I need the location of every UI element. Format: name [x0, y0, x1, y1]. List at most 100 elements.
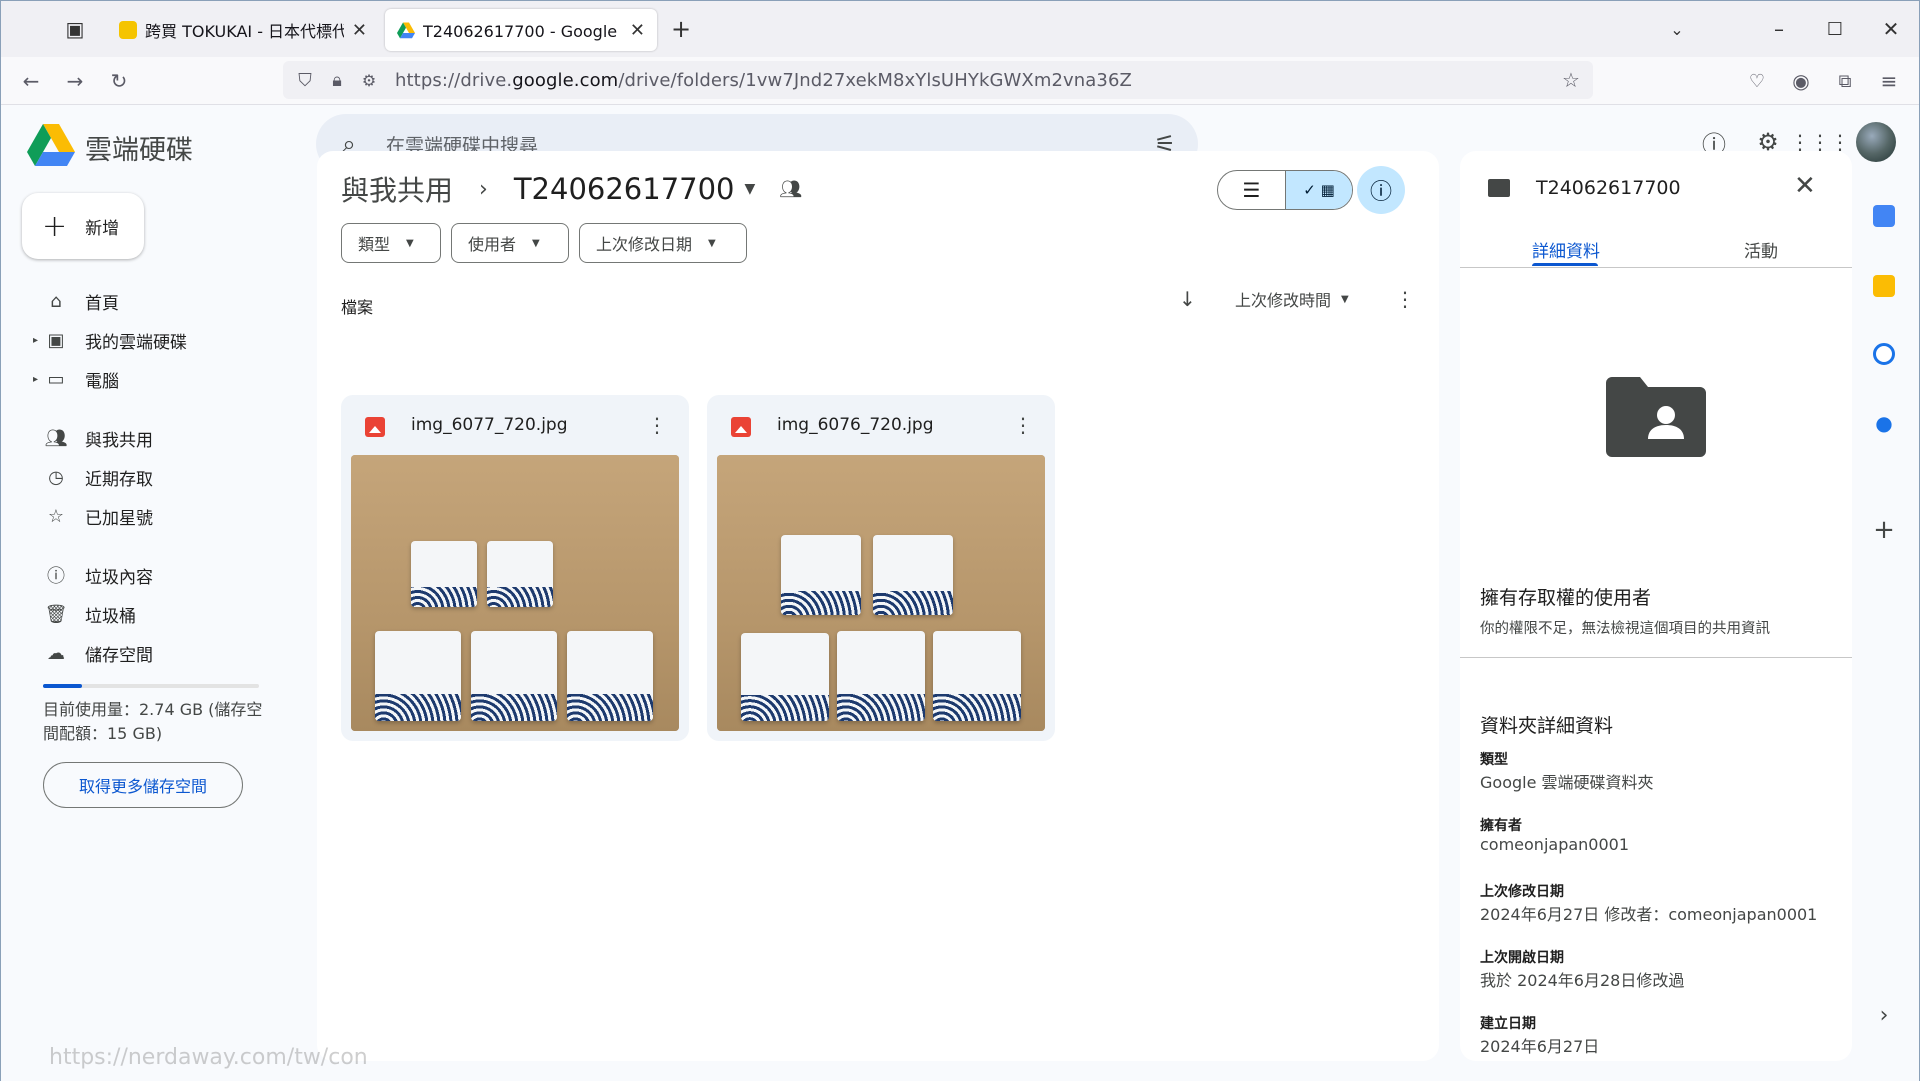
shared-folder-icon	[1488, 179, 1510, 197]
sort-dropdown[interactable]: 上次修改時間 ▼	[1235, 287, 1349, 311]
file-card[interactable]: img_6077_720.jpg ⋮	[341, 395, 689, 741]
cloud-icon: ☁	[47, 642, 65, 664]
nav-recent[interactable]: ◷ 近期存取	[31, 461, 291, 493]
chevron-right-icon: ›	[479, 176, 488, 202]
minimize-icon[interactable]: –	[1767, 17, 1791, 41]
storage-text: 目前使用量：2.74 GB (儲存空間配額：15 GB)	[43, 700, 263, 743]
list-view-icon[interactable]: ☰	[1218, 171, 1285, 209]
account-icon[interactable]: ◉	[1789, 69, 1813, 93]
view-toggle[interactable]: ☰ ✓ ▦	[1217, 170, 1353, 210]
tab-tokukai[interactable]: 跨買 TOKUKAI - 日本代標代購 ✕	[107, 9, 379, 51]
app-name[interactable]: 雲端硬碟	[85, 128, 193, 167]
info-icon[interactable]: ⓘ	[1357, 166, 1405, 214]
contacts-icon[interactable]: ●	[1873, 411, 1895, 435]
nav-label: 我的雲端硬碟	[85, 332, 187, 353]
sort-direction-icon[interactable]: ↓	[1179, 287, 1196, 311]
spam-icon: ⓘ	[47, 566, 65, 587]
file-card[interactable]: img_6076_720.jpg ⋮	[707, 395, 1055, 741]
bookmark-star-icon[interactable]: ☆	[1559, 68, 1583, 92]
add-addon-icon[interactable]: +	[1873, 517, 1895, 543]
breadcrumb-parent[interactable]: 與我共用	[341, 169, 453, 209]
detail-label: 上次修改日期	[1480, 884, 1564, 900]
new-tab-button[interactable]: +	[669, 15, 693, 43]
shield-icon[interactable]: ⛉	[293, 68, 317, 92]
breadcrumb-current[interactable]: T24062617700	[514, 172, 735, 206]
home-icon: ⌂	[50, 290, 62, 312]
get-more-storage-button[interactable]: 取得更多儲存空間	[43, 762, 243, 808]
filter-people[interactable]: 使用者 ▼	[451, 223, 569, 263]
nav-storage[interactable]: ☁ 儲存空間	[31, 637, 291, 669]
breadcrumb: 與我共用 › T24062617700 ▼ 👥︎	[341, 169, 802, 209]
tab-drive[interactable]: T24062617700 - Google 雲端硬 ✕	[385, 9, 657, 51]
detail-label: 建立日期	[1480, 1016, 1536, 1032]
tab-indicator	[1532, 263, 1598, 266]
close-tab-icon[interactable]: ✕	[352, 20, 367, 41]
grid-view-icon[interactable]: ✓ ▦	[1285, 171, 1352, 209]
url-text[interactable]: https://drive.google.com/drive/folders/1…	[395, 70, 1132, 91]
nav-label: 儲存空間	[85, 645, 153, 666]
tokukai-favicon-icon	[119, 21, 137, 39]
nav-trash[interactable]: 🗑︎ 垃圾桶	[31, 598, 291, 630]
reload-icon[interactable]: ↻	[107, 69, 131, 93]
image-file-icon	[365, 417, 385, 437]
more-vert-icon[interactable]: ⋮	[647, 413, 667, 437]
nav-home[interactable]: ⌂ 首頁	[31, 285, 291, 317]
tab-details[interactable]: 詳細資料	[1532, 237, 1600, 262]
close-icon[interactable]: ✕	[1794, 171, 1816, 201]
menu-icon[interactable]: ≡	[1877, 69, 1901, 93]
filter-label: 類型	[358, 235, 391, 254]
calendar-icon[interactable]	[1873, 205, 1895, 227]
window-close-icon[interactable]: ✕	[1879, 17, 1903, 41]
avatar[interactable]	[1856, 122, 1896, 162]
tab-overflow-icon[interactable]: ⌄	[1665, 17, 1689, 41]
nav-spam[interactable]: ⓘ 垃圾內容	[31, 559, 291, 591]
shared-folder-icon: 👥︎	[779, 178, 803, 200]
extensions-icon[interactable]: ⧉	[1833, 69, 1857, 93]
nav-my-drive[interactable]: ▸ ▣ 我的雲端硬碟	[31, 324, 291, 356]
folder-details-heading: 資料夾詳細資料	[1480, 715, 1614, 737]
dropdown-icon: ▼	[532, 237, 540, 249]
filter-label: 使用者	[468, 235, 517, 254]
drive-logo-icon[interactable]	[27, 122, 75, 166]
filter-modified[interactable]: 上次修改日期 ▼	[579, 223, 747, 263]
dropdown-icon: ▼	[1341, 293, 1349, 305]
tab-strip: ▣ 跨買 TOKUKAI - 日本代標代購 ✕ T24062617700 - G…	[1, 1, 1919, 57]
detail-value: 我於 2024年6月28日修改過	[1480, 971, 1685, 990]
lock-icon[interactable]: 🔒︎	[325, 68, 349, 92]
maximize-icon[interactable]: ☐	[1823, 17, 1847, 41]
pocket-icon[interactable]: ♡	[1745, 69, 1769, 93]
storage-bar-fill	[43, 684, 82, 688]
forward-icon[interactable]: →	[63, 69, 87, 93]
expand-caret-icon[interactable]: ▸	[33, 374, 38, 385]
keep-icon[interactable]	[1873, 275, 1895, 297]
filter-label: 上次修改日期	[596, 235, 693, 254]
back-icon[interactable]: ←	[19, 69, 43, 93]
more-vert-icon[interactable]: ⋮	[1395, 287, 1415, 311]
nav-starred[interactable]: ☆ 已加星號	[31, 500, 291, 532]
tasks-icon[interactable]	[1873, 343, 1895, 365]
nav-shared-with-me[interactable]: 👥︎ 與我共用	[31, 422, 291, 454]
tab-list-icon[interactable]: ▣	[63, 17, 87, 41]
detail-label: 上次開啟日期	[1480, 950, 1564, 966]
browser-window: ▣ 跨買 TOKUKAI - 日本代標代購 ✕ T24062617700 - G…	[0, 0, 1920, 1081]
details-title: T24062617700	[1536, 177, 1681, 199]
nav-bar: ← → ↻ ⛉ 🔒︎ ⚙ https://drive.google.com/dr…	[1, 57, 1919, 105]
divider	[1460, 267, 1852, 268]
nav-label: 已加星號	[85, 508, 153, 529]
file-thumbnail[interactable]	[351, 455, 679, 731]
expand-caret-icon[interactable]: ▸	[33, 335, 38, 346]
new-button[interactable]: + 新增	[22, 193, 144, 259]
address-bar[interactable]: ⛉ 🔒︎ ⚙ https://drive.google.com/drive/fo…	[283, 61, 1593, 99]
filter-type[interactable]: 類型 ▼	[341, 223, 441, 263]
close-tab-icon[interactable]: ✕	[630, 20, 645, 41]
chevron-right-icon[interactable]: ›	[1873, 1005, 1895, 1027]
tab-activity[interactable]: 活動	[1744, 237, 1778, 262]
sort-label: 上次修改時間	[1235, 291, 1332, 310]
chevron-down-icon[interactable]: ▼	[745, 181, 756, 197]
permissions-icon[interactable]: ⚙	[357, 68, 381, 92]
access-note: 你的權限不足，無法檢視這個項目的共用資訊	[1480, 621, 1770, 637]
file-thumbnail[interactable]	[717, 455, 1045, 731]
nav-computers[interactable]: ▸ ▭ 電腦	[31, 363, 291, 395]
more-vert-icon[interactable]: ⋮	[1013, 413, 1033, 437]
tab-title: T24062617700 - Google 雲端硬	[423, 22, 622, 41]
